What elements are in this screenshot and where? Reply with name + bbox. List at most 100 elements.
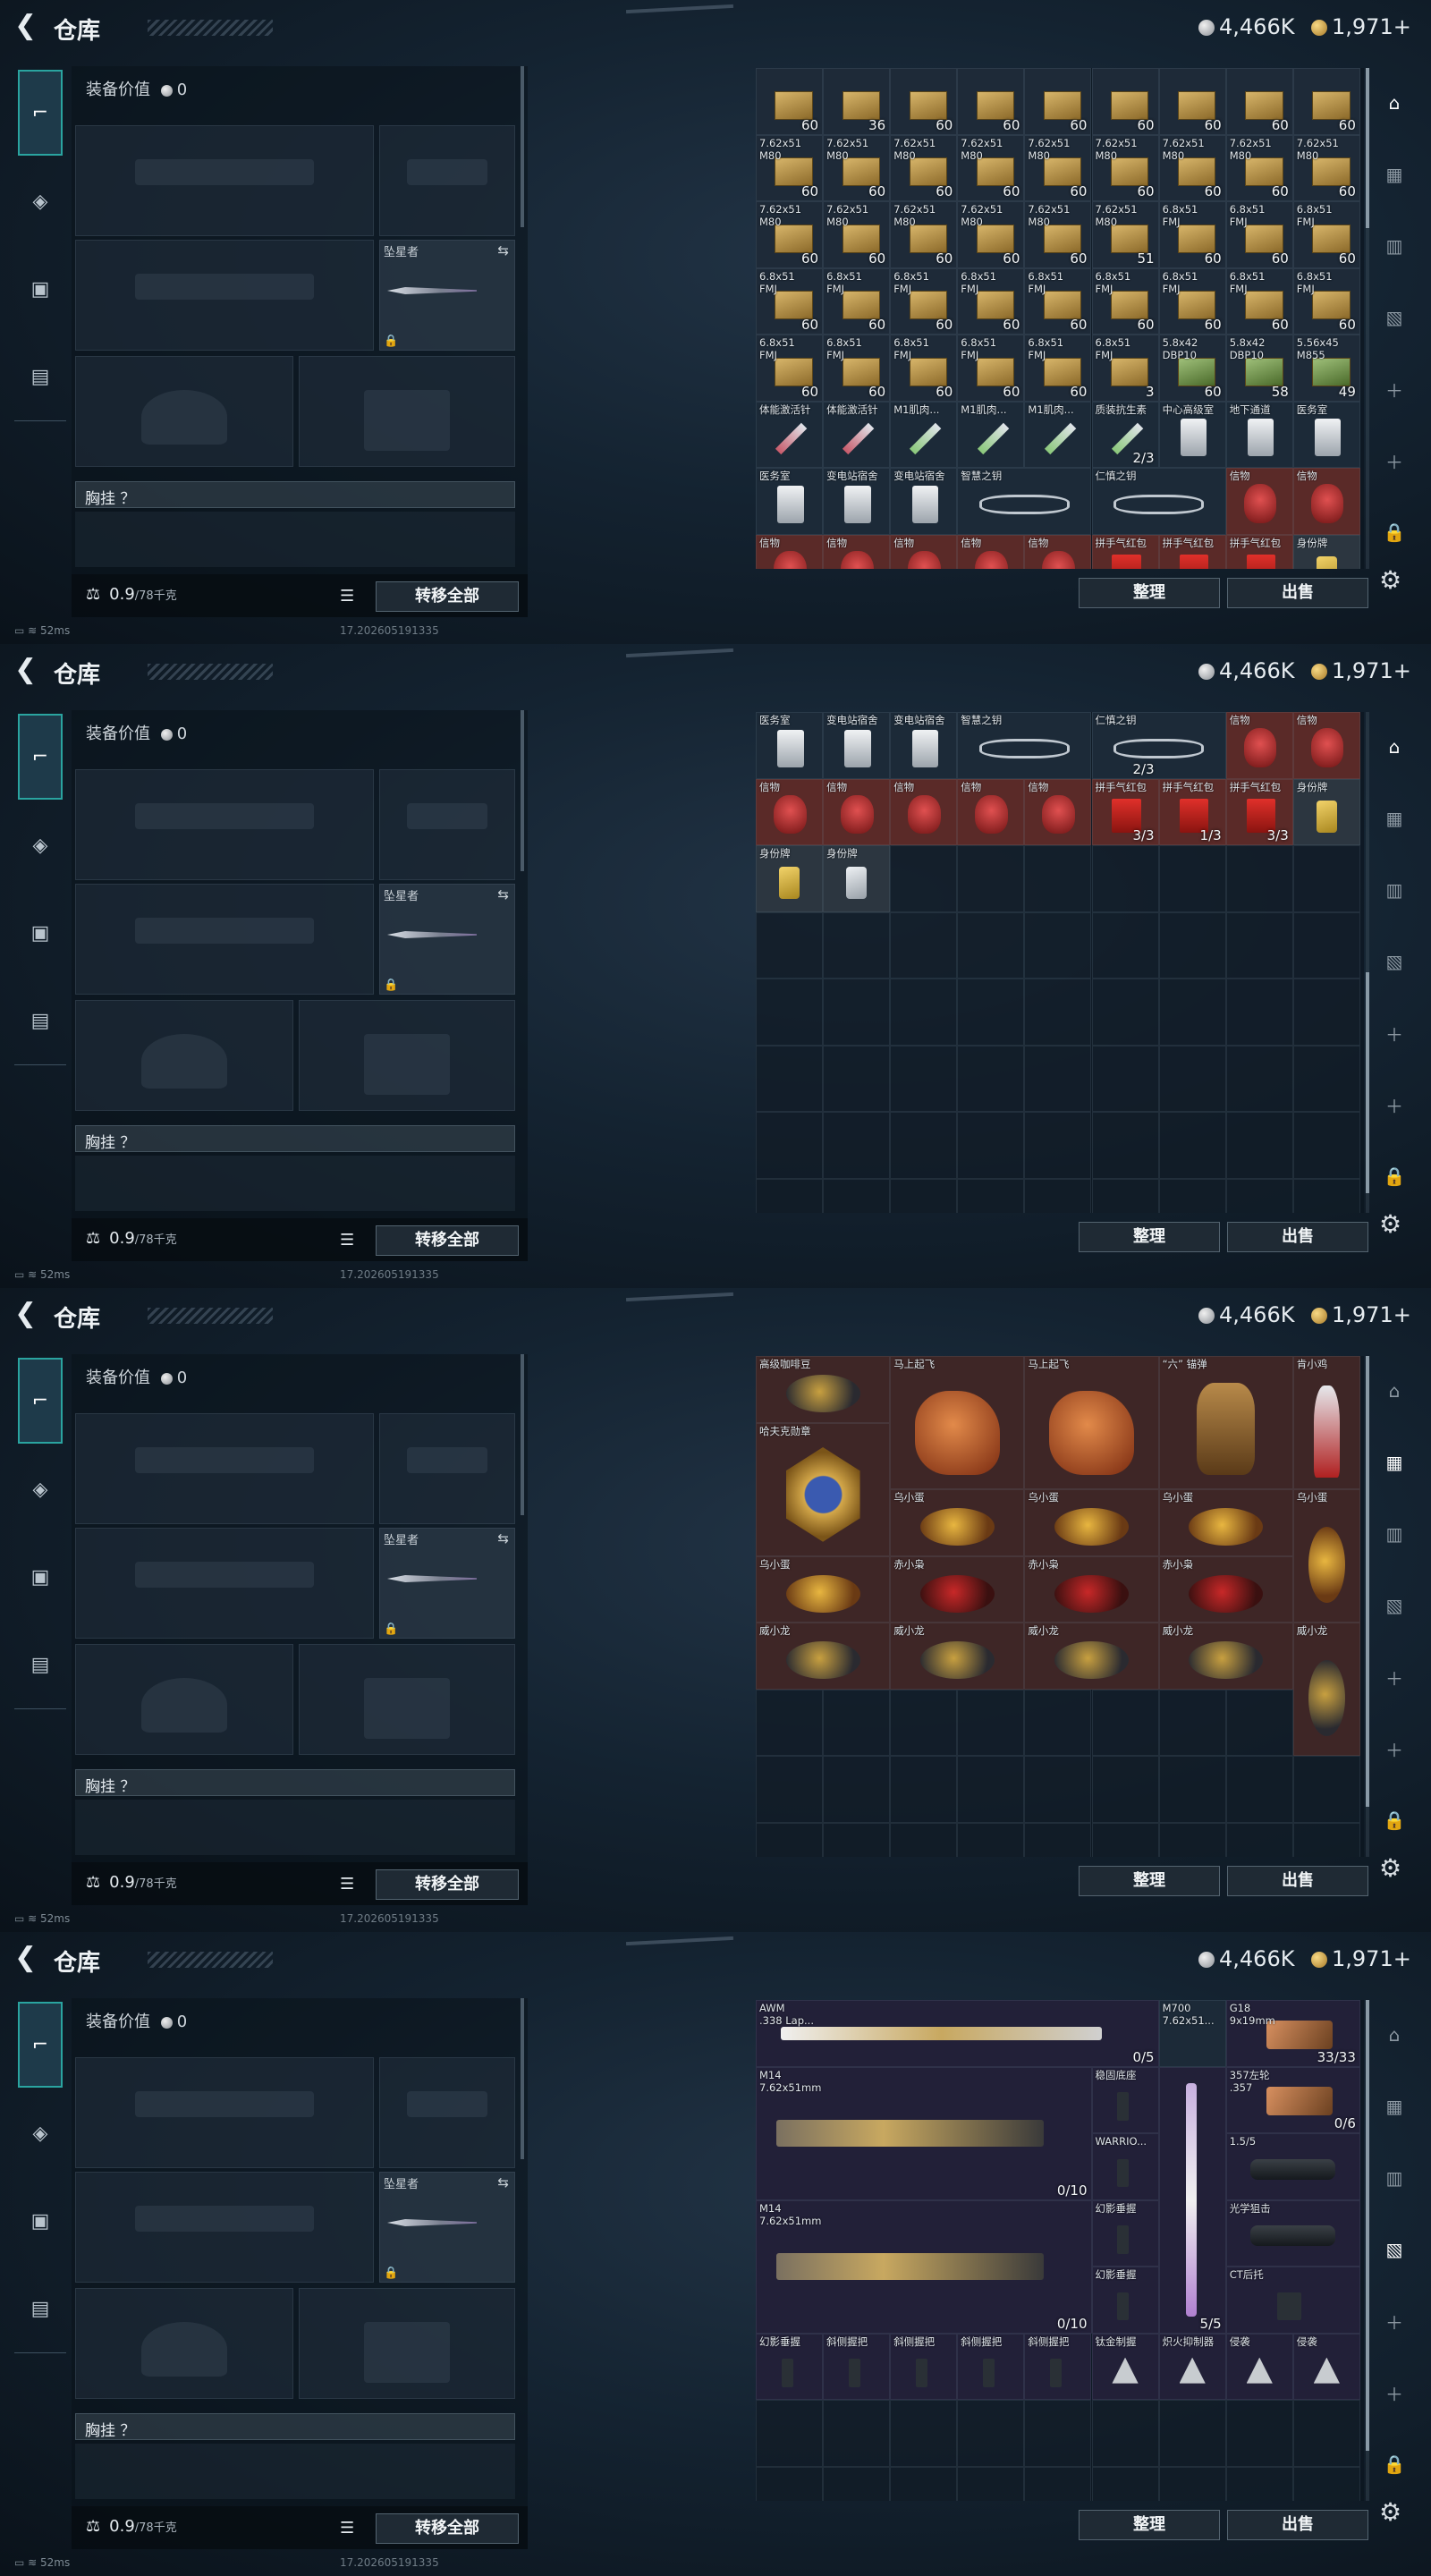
chest-rig-header[interactable]: 胸挂 ？ [75,2413,515,2440]
empty-grid-cell[interactable] [756,979,824,1046]
empty-grid-cell[interactable] [756,911,824,979]
sell-button[interactable]: 出售 [1227,1866,1368,1896]
inventory-item[interactable]: 威小龙 [1158,1623,1293,1690]
empty-grid-cell[interactable] [1225,1822,1293,1857]
chest-rig-slot[interactable] [75,1156,515,1211]
add-tab-icon[interactable]: ＋ [1377,1016,1411,1050]
inventory-item[interactable]: 7.62x51 M80 60 [756,201,824,268]
inventory-item[interactable]: 斜侧握把 [823,2333,891,2400]
melee-slot[interactable]: 坠星者 ⇆ 🔒 [379,1528,515,1639]
empty-grid-cell[interactable] [1292,1178,1360,1213]
inventory-item[interactable]: 7.62x51 M80 60 [957,134,1025,201]
collection-tab-icon[interactable]: ▦ [1377,801,1411,835]
inventory-item[interactable]: 6.8x51 FMJ 60 [890,335,958,402]
helmet-slot[interactable] [75,2288,293,2399]
inventory-item[interactable]: 拼手气红包1/3 [1158,778,1226,845]
inventory-item[interactable]: 6.8x51 FMJ 60 [1225,201,1293,268]
inventory-item[interactable]: 仁慎之钥 [1091,712,1226,779]
inventory-item[interactable]: 体能激活针 [756,401,824,468]
swap-icon[interactable]: ⇆ [497,1530,509,1546]
empty-grid-cell[interactable] [1292,2400,1360,2467]
empty-grid-cell[interactable] [957,1045,1025,1112]
inventory-item[interactable]: 信物 [1292,468,1360,535]
inventory-item[interactable]: 357左轮 .357 0/6 [1225,2066,1360,2133]
empty-grid-cell[interactable] [823,911,891,979]
armor-slot[interactable] [299,1000,515,1111]
empty-grid-cell[interactable] [1158,1178,1226,1213]
inventory-item[interactable]: 信物 [890,534,958,569]
add-tab-icon-2[interactable]: ＋ [1377,1732,1411,1766]
empty-grid-cell[interactable] [1292,979,1360,1046]
sell-button[interactable]: 出售 [1227,2510,1368,2540]
inventory-item[interactable]: 36 [823,68,891,135]
backpack-category-icon[interactable]: ▤ [20,1000,61,1041]
helmet-slot[interactable] [75,356,293,467]
empty-grid-cell[interactable] [890,979,958,1046]
inventory-item[interactable]: 7.62x51 M80 60 [1024,201,1092,268]
empty-grid-cell[interactable] [957,1178,1025,1213]
inventory-item[interactable]: 幻影垂握 [1091,2267,1159,2334]
armor-category-icon[interactable]: ▣ [20,1556,61,1597]
inventory-item[interactable]: 6.8x51 FMJ 3 [1091,335,1159,402]
inventory-item[interactable]: 马上起飞 [890,1356,1025,1489]
empty-grid-cell[interactable] [890,1689,958,1756]
empty-grid-cell[interactable] [1024,1756,1092,1823]
empty-grid-cell[interactable] [1091,1756,1159,1823]
empty-grid-cell[interactable] [1225,911,1293,979]
empty-grid-cell[interactable] [1024,979,1092,1046]
inventory-item[interactable]: “六” 锚弹 [1158,1356,1293,1489]
grid-scrollbar[interactable] [1366,1356,1369,1857]
empty-grid-cell[interactable] [823,1178,891,1213]
secondary-weapon-slot[interactable] [75,240,374,351]
warehouse-home-icon[interactable]: ⌂ [1377,86,1411,120]
settings-gear-icon[interactable]: ⚙ [1379,1209,1401,1239]
empty-grid-cell[interactable] [957,1756,1025,1823]
weapon-tab-icon[interactable]: ▥ [1377,229,1411,263]
inventory-item[interactable]: 哈夫克勋章 [756,1422,891,1556]
primary-weapon-slot[interactable] [75,1413,374,1524]
inventory-item[interactable]: 拼手气红包1/3 [1158,534,1226,569]
gold-currency[interactable]: 1,971+ [1311,658,1411,683]
inventory-item[interactable]: 医务室 [756,468,824,535]
inventory-item[interactable]: M14 7.62x51mm 0/10 [756,2066,1092,2200]
gear-tab-icon[interactable]: ▧ [1377,2233,1411,2267]
inventory-item[interactable]: 赤小枭 [1024,1555,1159,1623]
settings-gear-icon[interactable]: ⚙ [1379,1853,1401,1883]
warehouse-grid[interactable]: 60 36 60 60 60 60 60 60 60 7.62x51 M80 60 7.62x51 M… [756,68,1364,569]
empty-grid-cell[interactable] [756,1689,824,1756]
inventory-item[interactable]: 变电站宿舍 [890,468,958,535]
inventory-item[interactable]: M14 7.62x51mm 0/10 [756,2199,1092,2334]
inventory-item[interactable]: 7.62x51 M80 60 [1225,134,1293,201]
inventory-item[interactable]: 侵袭 [1292,2333,1360,2400]
inventory-item[interactable]: 变电站宿舍 [823,712,891,779]
warehouse-home-icon[interactable]: ⌂ [1377,1374,1411,1408]
inventory-item[interactable]: 1.5/5 [1225,2133,1360,2200]
gear-tab-icon[interactable]: ▧ [1377,1589,1411,1623]
melee-slot[interactable]: 坠星者 ⇆ 🔒 [379,884,515,995]
back-arrow-icon[interactable]: ❮ [14,1301,43,1329]
inventory-item[interactable]: 身份牌 [823,845,891,912]
backpack-category-icon[interactable]: ▤ [20,356,61,397]
add-tab-icon-2[interactable]: ＋ [1377,444,1411,478]
empty-grid-cell[interactable] [890,845,958,912]
empty-grid-cell[interactable] [1225,2400,1293,2467]
inventory-item[interactable]: 7.62x51 M80 60 [1091,134,1159,201]
empty-grid-cell[interactable] [1091,1822,1159,1857]
backpack-category-icon[interactable]: ▤ [20,2288,61,2329]
inventory-item[interactable]: 质装抗生素 2/3 [1091,401,1159,468]
inventory-item[interactable]: 6.8x51 FMJ 60 [1158,267,1226,335]
inventory-item[interactable]: 5.56x45 M855 49 [1292,335,1360,402]
back-arrow-icon[interactable]: ❮ [14,657,43,685]
inventory-item[interactable]: M700 7.62x51... [1158,2000,1226,2067]
list-icon[interactable]: ☰ [340,1231,354,1250]
empty-grid-cell[interactable] [1091,2400,1159,2467]
empty-grid-cell[interactable] [1292,845,1360,912]
armor-slot[interactable] [299,356,515,467]
inventory-item[interactable]: M1肌肉... [957,401,1025,468]
empty-grid-cell[interactable] [1024,2400,1092,2467]
swap-icon[interactable]: ⇆ [497,886,509,902]
loadout-scrollbar[interactable] [521,1998,524,2159]
inventory-item[interactable]: 肯小鸡 [1292,1356,1360,1489]
empty-grid-cell[interactable] [1225,1112,1293,1179]
secondary-weapon-slot[interactable] [75,2172,374,2283]
